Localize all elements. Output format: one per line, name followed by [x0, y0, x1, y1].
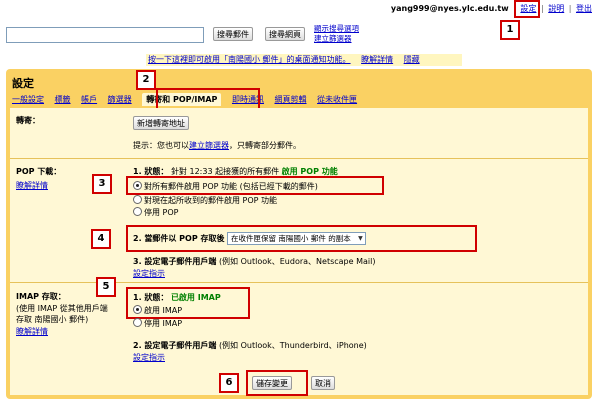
radio-icon[interactable]	[133, 207, 142, 216]
tab-general[interactable]: 一般設定	[12, 95, 44, 104]
account-email: yang999@nyes.ylc.edu.tw	[390, 4, 509, 13]
create-filter-link[interactable]: 建立篩選器	[314, 34, 359, 44]
forwarding-tip: 提示：您也可以建立篩選器，只轉寄部分郵件。	[133, 141, 301, 150]
pop-label: POP 下載：	[16, 167, 62, 176]
tip-create-filter-link[interactable]: 建立篩選器	[189, 141, 229, 150]
callout-step-1: 1	[500, 20, 520, 40]
add-forwarding-address-button[interactable]: 新增轉寄地址	[133, 116, 189, 130]
pop-config-instructions-link[interactable]: 設定指示	[133, 268, 165, 279]
imap-config-instructions-link[interactable]: 設定指示	[133, 352, 165, 363]
radio-icon[interactable]	[133, 318, 142, 327]
show-search-options-link[interactable]: 顯示搜尋選項	[314, 24, 359, 34]
top-account-bar: yang999@nyes.ylc.edu.tw | 設定 | 說明 | 登出	[390, 4, 592, 13]
forwarding-label: 轉寄：	[16, 116, 40, 125]
imap-client-config: 2. 設定電子郵件用戶端 (例如 Outlook、Thunderbird、iPh…	[133, 341, 367, 350]
highlight-tab	[156, 88, 260, 110]
imap-description-1: (使用 IMAP 從其他用戶端	[16, 304, 108, 313]
divider	[10, 158, 588, 159]
tab-accounts[interactable]: 帳戶	[81, 95, 97, 104]
tab-filters[interactable]: 篩選器	[108, 95, 132, 104]
highlight-pop-when	[126, 225, 477, 252]
search-input[interactable]	[6, 27, 204, 43]
tab-labels[interactable]: 標籤	[55, 95, 71, 104]
imap-label: IMAP 存取：	[16, 292, 66, 301]
help-link[interactable]: 說明	[548, 4, 564, 13]
imap-learn-more-link[interactable]: 瞭解詳情	[16, 326, 48, 337]
callout-step-6: 6	[219, 373, 239, 393]
highlight-pop-option	[126, 176, 384, 195]
tab-offline[interactable]: 從未收件匣	[317, 95, 357, 104]
tab-web-clips[interactable]: 網頁剪輯	[275, 95, 307, 104]
callout-step-5: 5	[96, 277, 116, 297]
search-web-button[interactable]: 搜尋網頁	[265, 27, 305, 41]
radio-icon[interactable]	[133, 195, 142, 204]
callout-step-2: 2	[136, 70, 156, 90]
enable-notifications-link[interactable]: 按一下這裡即可啟用「南陽國小 郵件」的桌面通知功能。	[148, 55, 351, 64]
pop-option-disable[interactable]: 停用 POP	[133, 207, 179, 218]
notice-hide-link[interactable]: 隱藏	[404, 55, 420, 64]
page-title: 設定	[12, 77, 34, 90]
signout-link[interactable]: 登出	[576, 4, 592, 13]
imap-option-disable[interactable]: 停用 IMAP	[133, 318, 182, 329]
callout-step-4: 4	[91, 229, 111, 249]
pop-learn-more-link[interactable]: 瞭解詳情	[16, 180, 48, 191]
highlight-settings-link	[514, 0, 540, 18]
notice-learn-more-link[interactable]: 瞭解詳情	[361, 55, 393, 64]
desktop-notification-banner: 按一下這裡即可啟用「南陽國小 郵件」的桌面通知功能。 瞭解詳情 隱藏	[146, 54, 462, 66]
search-options-links: 顯示搜尋選項 建立篩選器	[314, 24, 359, 44]
callout-step-3: 3	[92, 174, 112, 194]
search-mail-button[interactable]: 搜尋郵件	[213, 27, 253, 41]
highlight-imap-status	[126, 287, 250, 319]
highlight-save-button	[246, 370, 308, 396]
imap-description-2: 存取 南陽國小 郵件)	[16, 315, 89, 324]
cancel-button[interactable]: 取消	[311, 376, 335, 390]
pop-client-config: 3. 設定電子郵件用戶端 (例如 Outlook、Eudora、Netscape…	[133, 257, 376, 266]
pop-option-from-now[interactable]: 對現在起所收到的郵件啟用 POP 功能	[133, 195, 277, 206]
